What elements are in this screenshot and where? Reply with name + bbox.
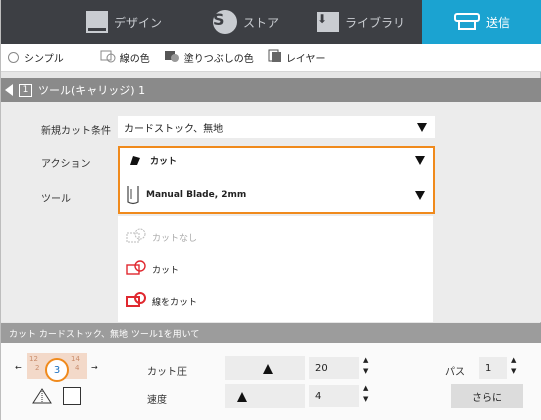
cut-edge-icon [126,292,148,311]
cut-settings-body: ← 12 2 14 4 3 → カット圧 20 ▲ ▼ 速度 4 ▲ ▼ パス … [1,343,541,420]
fill-color-option[interactable]: 塗りつぶしの色 [164,49,254,66]
pressure-spin-down-icon[interactable]: ▼ [363,368,368,375]
pass-label: パス [445,367,465,378]
speed-slider-thumb[interactable] [237,392,247,402]
chevron-down-icon [415,156,425,165]
action-dropdown-list: カットなし カット 線をカット [118,216,433,322]
pressure-input[interactable]: 20 [309,357,359,379]
line-color-label: 線の色 [119,54,150,65]
cut-condition-select[interactable]: カードストック、無地 [118,116,435,138]
dropdown-item-cut[interactable]: カット [126,260,179,279]
speed-spin-up-icon[interactable]: ▲ [363,385,368,392]
pressure-value: 20 [315,362,328,374]
fill-color-icon [164,49,180,66]
blade-square-icon [63,387,81,405]
design-grid-icon [86,11,108,33]
layer-label: レイヤー [285,54,326,65]
more-button-label: さらに [472,392,502,404]
mode-bar: シンプル 線の色 塗りつぶしの色 レイヤー [1,44,541,72]
top-nav-bar: デザイン S ストア ⬇ ライブラリ 送信 [1,0,541,44]
cutter-machine-icon [453,11,480,34]
scale-right-top: 14 [71,355,80,363]
dropdown-item-label: 線をカット [152,298,198,308]
library-download-icon: ⬇ [317,12,339,32]
tab-library[interactable]: ⬇ ライブラリ [317,0,405,44]
line-color-option[interactable]: 線の色 [100,49,150,66]
tab-library-label: ライブラリ [345,15,406,30]
speed-spin-down-icon[interactable]: ▼ [363,396,368,403]
simple-label: シンプル [24,54,64,65]
dropdown-item-cut-edge[interactable]: 線をカット [126,292,197,311]
pressure-spin-up-icon[interactable]: ▲ [363,357,368,364]
action-select[interactable]: カット [122,149,433,171]
tab-store[interactable]: S ストア [213,0,279,44]
pass-spin-up-icon[interactable]: ▲ [511,357,516,364]
tool-value: Manual Blade, 2mm [146,190,247,200]
chevron-down-icon [417,123,427,132]
speed-slider[interactable] [225,384,305,408]
tab-store-label: ストア [243,15,280,30]
pass-spin-down-icon[interactable]: ▼ [511,368,516,375]
store-s-icon: S [213,10,237,34]
pressure-slider[interactable] [225,356,305,380]
fill-color-label: 塗りつぶしの色 [183,54,254,65]
scale-left-top: 12 [29,355,38,363]
tool-carriage-header[interactable]: 1 ツール(キャリッジ) 1 [1,78,541,102]
line-color-icon [100,49,116,66]
collapse-triangle-icon[interactable] [5,84,13,96]
pressure-slider-thumb[interactable] [263,364,273,374]
tab-design[interactable]: デザイン [86,0,162,44]
app-window: デザイン S ストア ⬇ ライブラリ 送信 シンプル 線の色 塗りつぶしの色 レ… [0,0,541,420]
cut-section-header: カット カードストック、無地 ツール1を用いて [1,323,541,343]
speed-label: 速度 [147,395,167,406]
dropdown-item-label: カット [152,266,180,276]
simple-radio[interactable] [8,52,19,63]
tab-design-label: デザイン [114,15,163,30]
tool-select[interactable]: Manual Blade, 2mm [122,184,433,206]
layer-icon [268,49,282,66]
arrow-right-icon[interactable]: → [91,363,98,372]
dropdown-item-label: カットなし [152,234,198,244]
action-label: アクション [41,159,91,170]
chevron-down-icon [415,191,425,200]
pass-value: 1 [485,362,492,374]
scale-right-bottom: 4 [75,364,80,372]
tool-index-box: 1 [19,83,32,97]
dropdown-item-no-cut[interactable]: カットなし [126,228,197,247]
tool-header-title: ツール(キャリッジ) 1 [38,84,146,97]
manual-blade-icon [126,185,140,205]
speed-input[interactable]: 4 [309,385,359,407]
action-value: カット [150,156,178,167]
blade-depth-number: 3 [53,364,61,376]
arrow-left-icon[interactable]: ← [15,363,22,372]
scale-left-bottom: 2 [35,364,40,372]
pressure-label: カット圧 [147,367,187,378]
more-settings-button[interactable]: さらに [451,384,523,408]
cut-shape-icon [126,260,148,279]
no-cut-icon [126,228,148,247]
cut-condition-value: カードストック、無地 [124,123,224,135]
tool-label: ツール [41,194,71,205]
blade-triangle-icon [31,387,53,408]
blade-depth-value[interactable]: 3 [45,358,69,382]
pass-input[interactable]: 1 [479,357,507,379]
tab-send-label: 送信 [485,15,510,30]
tab-send[interactable]: 送信 [422,0,541,44]
layer-option[interactable]: レイヤー [268,49,326,66]
cut-condition-label: 新規カット条件 [41,126,111,137]
blade-icon [128,154,142,166]
speed-value: 4 [315,390,322,402]
simple-mode-option[interactable]: シンプル [1,50,64,65]
